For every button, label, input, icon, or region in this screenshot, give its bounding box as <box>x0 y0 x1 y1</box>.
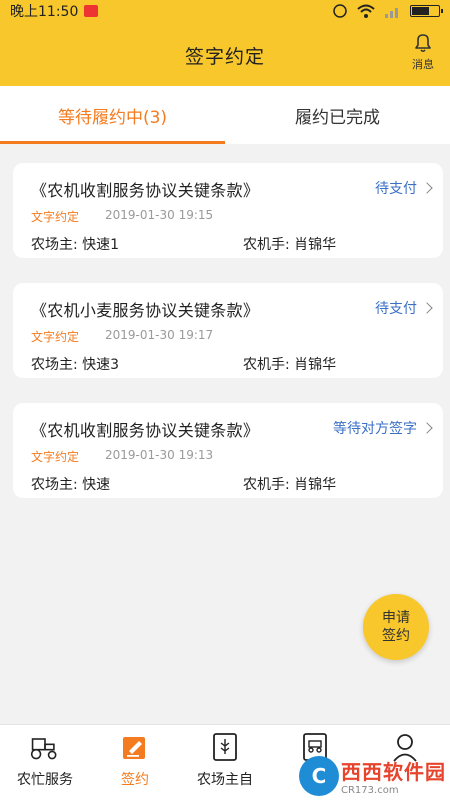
page-title: 签字约定 <box>184 46 265 68</box>
operator-name: 农机手: 肖锦华 <box>243 477 337 493</box>
card-status-label: 待支付 <box>375 301 417 317</box>
watermark: C 西西软件园 CR173.com <box>299 756 446 796</box>
apply-sign-button[interactable]: 申请 签约 <box>363 594 429 660</box>
operator-name: 农机手: 肖锦华 <box>243 357 337 373</box>
battery-level <box>412 7 429 15</box>
agreement-card[interactable]: 《农机收割服务协议关键条款》 等待对方签字 文字约定 2019-01-30 19:… <box>13 403 443 498</box>
agreement-type-tag: 文字约定 <box>31 330 80 344</box>
document-icon <box>209 731 241 763</box>
card-title: 《农机收割服务协议关键条款》 <box>31 181 260 200</box>
sim-card-icon <box>84 5 99 17</box>
watermark-text: 西西软件园 <box>341 760 446 784</box>
chevron-right-icon <box>421 302 433 314</box>
card-date: 2019-01-30 19:17 <box>105 328 214 342</box>
agreement-card[interactable]: 《农机小麦服务协议关键条款》 待支付 文字约定 2019-01-30 19:17 … <box>13 283 443 378</box>
status-time: 晚上11:50 <box>10 4 79 20</box>
app-header: 晚上11:50 签字约定 消息 <box>0 0 450 86</box>
tractor-icon <box>29 731 61 763</box>
card-status[interactable]: 待支付 <box>375 178 433 198</box>
nav-sign-label: 签约 <box>121 772 149 788</box>
card-status-label: 待支付 <box>375 181 417 197</box>
nav-farmer-label: 农场主自 <box>197 772 253 788</box>
tab-pending[interactable]: 等待履约中(3) <box>0 86 225 144</box>
card-date: 2019-01-30 19:15 <box>105 208 214 222</box>
farmer-name: 农场主: 快速1 <box>31 237 120 253</box>
nav-sign[interactable]: 签约 <box>90 725 180 800</box>
nav-busy-service[interactable]: 农忙服务 <box>0 725 90 800</box>
apply-sign-line2: 签约 <box>382 628 410 644</box>
operator-name: 农机手: 肖锦华 <box>243 237 337 253</box>
chevron-right-icon <box>421 182 433 194</box>
watermark-logo: C <box>299 756 339 796</box>
card-title: 《农机小麦服务协议关键条款》 <box>31 301 260 320</box>
card-date: 2019-01-30 19:13 <box>105 448 214 462</box>
card-status[interactable]: 等待对方签字 <box>333 418 433 438</box>
battery-icon <box>410 5 443 17</box>
status-bar: 晚上11:50 <box>0 0 450 22</box>
sign-icon <box>119 731 151 763</box>
watermark-sub: CR173.com <box>341 785 399 796</box>
nav-farmer[interactable]: 农场主自 <box>180 725 270 800</box>
chevron-right-icon <box>421 422 433 434</box>
bell-icon <box>415 34 431 53</box>
agreement-type-tag: 文字约定 <box>31 210 80 224</box>
status-icons <box>332 3 443 19</box>
messages-label: 消息 <box>412 58 434 71</box>
agreement-type-tag: 文字约定 <box>31 450 80 464</box>
apply-sign-line1: 申请 <box>382 610 410 626</box>
tab-completed[interactable]: 履约已完成 <box>225 86 450 144</box>
card-status[interactable]: 待支付 <box>375 298 433 318</box>
messages-button[interactable]: 消息 <box>406 32 440 72</box>
signal-icon <box>385 8 398 18</box>
tab-bar: 等待履约中(3) 履约已完成 <box>0 86 450 144</box>
sync-icon <box>333 4 347 18</box>
farmer-name: 农场主: 快速3 <box>31 357 120 373</box>
agreement-card[interactable]: 《农机收割服务协议关键条款》 待支付 文字约定 2019-01-30 19:15 … <box>13 163 443 258</box>
nav-busy-service-label: 农忙服务 <box>17 772 73 788</box>
wifi-icon <box>357 4 375 18</box>
card-status-label: 等待对方签字 <box>333 421 417 437</box>
farmer-name: 农场主: 快速 <box>31 477 111 493</box>
